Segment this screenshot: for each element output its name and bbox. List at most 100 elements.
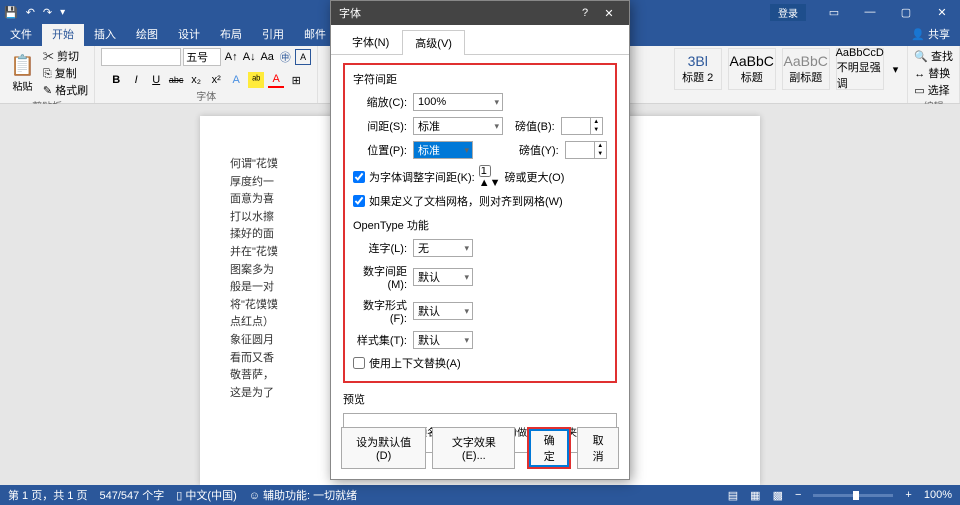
text-effects-button[interactable]: 文字效果(E)... (432, 427, 515, 469)
position-pt-spinner[interactable]: ▲▼ (565, 141, 607, 159)
ribbon-options-icon[interactable]: ▭ (820, 6, 848, 19)
status-lang[interactable]: ▯ 中文(中国) (176, 487, 236, 503)
position-pt-input[interactable] (566, 142, 594, 158)
position-select[interactable]: 标准 (413, 141, 473, 159)
close-icon[interactable]: ✕ (928, 6, 956, 19)
tab-layout[interactable]: 布局 (210, 24, 252, 46)
cut-button[interactable]: ✂ 剪切 (43, 48, 88, 64)
numspace-label: 数字间距(M): (353, 263, 407, 291)
zoom-out-icon[interactable]: − (795, 489, 801, 501)
kerning-input[interactable] (479, 165, 491, 177)
grow-font-icon[interactable]: A↑ (223, 49, 239, 65)
down-arrow-icon[interactable]: ▼ (595, 150, 606, 158)
zoom-slider[interactable] (813, 494, 893, 497)
set-default-button[interactable]: 设为默认值(D) (341, 427, 426, 469)
format-painter-button[interactable]: ✎ 格式刷 (43, 82, 88, 98)
doc-line: 象征圆月 (230, 332, 278, 350)
group-font: 五号 A↑ A↓ Aa ㊥ A B I U abc x₂ x² A ᵃᵇ A ⊞… (95, 46, 318, 103)
status-page[interactable]: 第 1 页，共 1 页 (8, 487, 87, 503)
status-words[interactable]: 547/547 个字 (99, 487, 164, 503)
replace-button[interactable]: ↔ 替换 (914, 65, 953, 81)
cancel-button[interactable]: 取消 (577, 427, 619, 469)
context-checkbox[interactable] (353, 357, 365, 369)
find-button[interactable]: 🔍 查找 (914, 48, 953, 64)
doc-line: 点红点） (230, 314, 278, 332)
numform-select[interactable]: 默认 (413, 302, 473, 320)
maximize-icon[interactable]: ▢ (892, 6, 920, 19)
spacing-pt-input[interactable] (562, 118, 590, 134)
underline-button[interactable]: U (148, 72, 164, 88)
zoom-in-icon[interactable]: + (905, 489, 911, 501)
doc-line: 般是一对 (230, 279, 278, 297)
styles-more-icon[interactable]: ▾ (890, 63, 902, 76)
tab-insert[interactable]: 插入 (84, 24, 126, 46)
kerning-checkbox[interactable] (353, 171, 365, 183)
scale-select[interactable]: 100% (413, 93, 503, 111)
char-shading-icon[interactable]: ⊞ (288, 72, 304, 88)
up-arrow-icon[interactable]: ▲ (479, 177, 490, 189)
down-arrow-icon[interactable]: ▼ (490, 177, 501, 189)
style-title[interactable]: AaBbC标题 (728, 48, 776, 90)
tab-references[interactable]: 引用 (252, 24, 294, 46)
font-name-select[interactable] (101, 48, 181, 66)
font-color-icon[interactable]: A (268, 72, 284, 88)
highlight-icon[interactable]: ᵃᵇ (248, 72, 264, 88)
style-subtitle[interactable]: AaBbC副标题 (782, 48, 830, 90)
tab-home[interactable]: 开始 (42, 24, 84, 46)
text-effects-icon[interactable]: A (228, 72, 244, 88)
view-read-icon[interactable]: ▤ (728, 489, 738, 502)
bold-button[interactable]: B (108, 72, 124, 88)
scale-label: 缩放(C): (353, 94, 407, 110)
select-button[interactable]: ▭ 选择 (914, 82, 953, 98)
down-arrow-icon[interactable]: ▼ (591, 126, 602, 134)
spacing-pt-spinner[interactable]: ▲▼ (561, 117, 603, 135)
doc-line: 这是为了 (230, 385, 278, 403)
strike-button[interactable]: abc (168, 72, 184, 88)
tab-draw[interactable]: 绘图 (126, 24, 168, 46)
section-spacing-title: 字符间距 (353, 71, 607, 87)
up-arrow-icon[interactable]: ▲ (595, 142, 606, 150)
redo-icon[interactable]: ↷ (43, 6, 52, 19)
shrink-font-icon[interactable]: A↓ (241, 49, 257, 65)
zoom-level[interactable]: 100% (924, 489, 952, 501)
view-web-icon[interactable]: ▩ (773, 489, 783, 502)
dialog-tab-font[interactable]: 字体(N) (339, 29, 402, 54)
italic-button[interactable]: I (128, 72, 144, 88)
change-case-icon[interactable]: Aa (259, 49, 275, 65)
dialog-tab-advanced[interactable]: 高级(V) (402, 30, 465, 55)
dialog-close-icon[interactable]: ✕ (597, 7, 621, 20)
numspace-select[interactable]: 默认 (413, 268, 473, 286)
view-print-icon[interactable]: ▦ (750, 489, 760, 502)
minimize-icon[interactable]: — (856, 6, 884, 18)
login-button[interactable]: 登录 (770, 4, 806, 21)
font-dialog: 字体 ? ✕ 字体(N) 高级(V) 字符间距 缩放(C): 100% 间距(S… (330, 0, 630, 480)
dialog-titlebar[interactable]: 字体 ? ✕ (331, 1, 629, 25)
dialog-help-icon[interactable]: ? (573, 7, 597, 19)
kerning-spinner[interactable]: ▲▼ (479, 165, 501, 189)
doc-line: 将"花馍馍 (230, 297, 278, 315)
styleset-select[interactable]: 默认 (413, 331, 473, 349)
font-size-select[interactable]: 五号 (183, 48, 221, 66)
save-icon[interactable]: 💾 (4, 6, 18, 19)
tab-design[interactable]: 设计 (168, 24, 210, 46)
undo-icon[interactable]: ↶ (26, 6, 35, 19)
enclose-icon[interactable]: A (295, 49, 311, 65)
status-a11y[interactable]: ☺ 辅助功能: 一切就绪 (249, 487, 357, 503)
ligatures-select[interactable]: 无 (413, 239, 473, 257)
tab-file[interactable]: 文件 (0, 24, 42, 46)
style-heading2[interactable]: 3Bl标题 2 (674, 48, 722, 90)
paste-icon[interactable]: 📋 (10, 53, 35, 78)
up-arrow-icon[interactable]: ▲ (591, 118, 602, 126)
subscript-icon[interactable]: x₂ (188, 72, 204, 88)
copy-button[interactable]: ⎘ 复制 (43, 65, 88, 81)
spacing-select[interactable]: 标准 (413, 117, 503, 135)
superscript-icon[interactable]: x² (208, 72, 224, 88)
doc-line: 面意为喜 (230, 191, 278, 209)
grid-checkbox[interactable] (353, 195, 365, 207)
ok-button[interactable]: 确定 (527, 427, 571, 469)
share-button[interactable]: 👤 共享 (901, 24, 960, 46)
group-label-font: 字体 (101, 88, 311, 103)
phonetic-icon[interactable]: ㊥ (277, 49, 293, 65)
style-subtle[interactable]: AaBbCcD不明显强调 (836, 48, 884, 90)
ligatures-label: 连字(L): (353, 240, 407, 256)
